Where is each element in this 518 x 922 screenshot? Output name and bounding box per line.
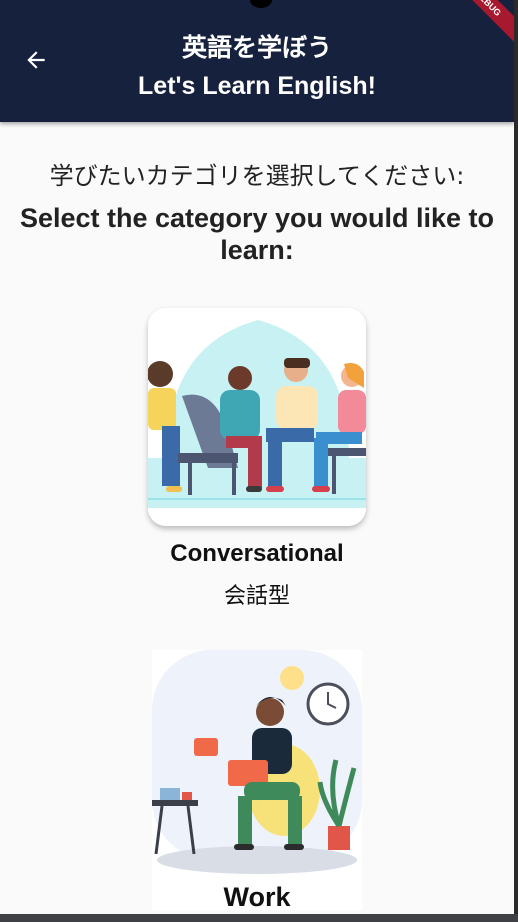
conversational-image[interactable] [148,308,366,526]
app-title-english: Let's Learn English! [138,72,376,100]
app-screen: 英語を学ぼう Let's Learn English! DEBUG 学びたいカテ… [0,0,514,914]
app-title-japanese: 英語を学ぼう [181,33,332,62]
device-edge [514,0,518,922]
category-label-english: Work [223,882,291,912]
work-image[interactable] [152,650,362,910]
camera-notch [250,0,272,8]
category-card-work[interactable]: Work [100,650,414,913]
category-prompt-japanese: 学びたいカテゴリを選択してください: [49,162,465,190]
system-navigation-bar [0,914,518,922]
category-label-english: Conversational [170,540,344,567]
person-working-laptop-illustration [152,650,362,910]
category-label-japanese: 会話型 [223,584,290,609]
people-conversation-illustration [148,308,366,526]
category-card-conversational[interactable]: Conversational 会話型 [100,308,414,610]
app-bar: 英語を学ぼう Let's Learn English! DEBUG [0,0,514,122]
category-prompt-english: Select the category you would like to le… [19,203,495,265]
